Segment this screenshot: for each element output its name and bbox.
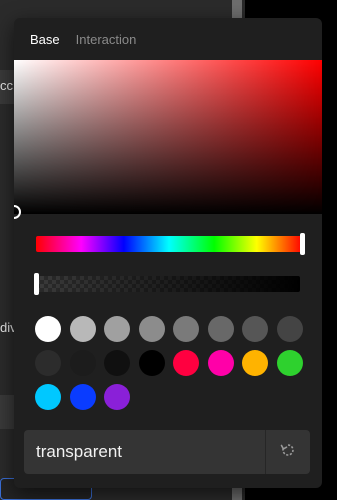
color-swatches: [35, 316, 305, 410]
color-swatch[interactable]: [173, 316, 199, 342]
tab-base[interactable]: Base: [30, 32, 60, 47]
color-swatch[interactable]: [35, 316, 61, 342]
color-swatch[interactable]: [138, 350, 165, 376]
color-swatch[interactable]: [104, 316, 130, 342]
color-swatch[interactable]: [276, 316, 303, 342]
color-swatch[interactable]: [173, 350, 199, 376]
saturation-value-handle[interactable]: [14, 205, 21, 219]
color-swatch[interactable]: [69, 316, 96, 342]
color-swatch[interactable]: [242, 350, 268, 376]
color-value-input[interactable]: [24, 430, 265, 474]
color-picker-popover: Base Interaction: [14, 18, 322, 488]
color-swatch[interactable]: [35, 350, 61, 376]
hue-slider-handle[interactable]: [300, 233, 305, 255]
color-value-row: [24, 430, 310, 474]
color-swatch[interactable]: [276, 350, 303, 376]
color-swatch[interactable]: [207, 350, 234, 376]
saturation-value-area[interactable]: [14, 60, 322, 219]
picker-tabs: Base Interaction: [14, 18, 322, 60]
color-swatch[interactable]: [104, 384, 130, 410]
color-swatch[interactable]: [138, 316, 165, 342]
background-partial-label: cc: [0, 78, 13, 93]
reset-icon: [280, 442, 296, 463]
color-swatch[interactable]: [104, 350, 130, 376]
alpha-slider[interactable]: [34, 273, 300, 295]
hue-slider[interactable]: [36, 233, 305, 255]
color-swatch[interactable]: [207, 316, 234, 342]
reset-button[interactable]: [265, 430, 310, 474]
color-swatch[interactable]: [242, 316, 268, 342]
color-swatch[interactable]: [69, 350, 96, 376]
alpha-slider-handle[interactable]: [34, 273, 39, 295]
color-swatch[interactable]: [35, 384, 61, 410]
color-swatch[interactable]: [69, 384, 96, 410]
tab-interaction[interactable]: Interaction: [76, 32, 137, 47]
